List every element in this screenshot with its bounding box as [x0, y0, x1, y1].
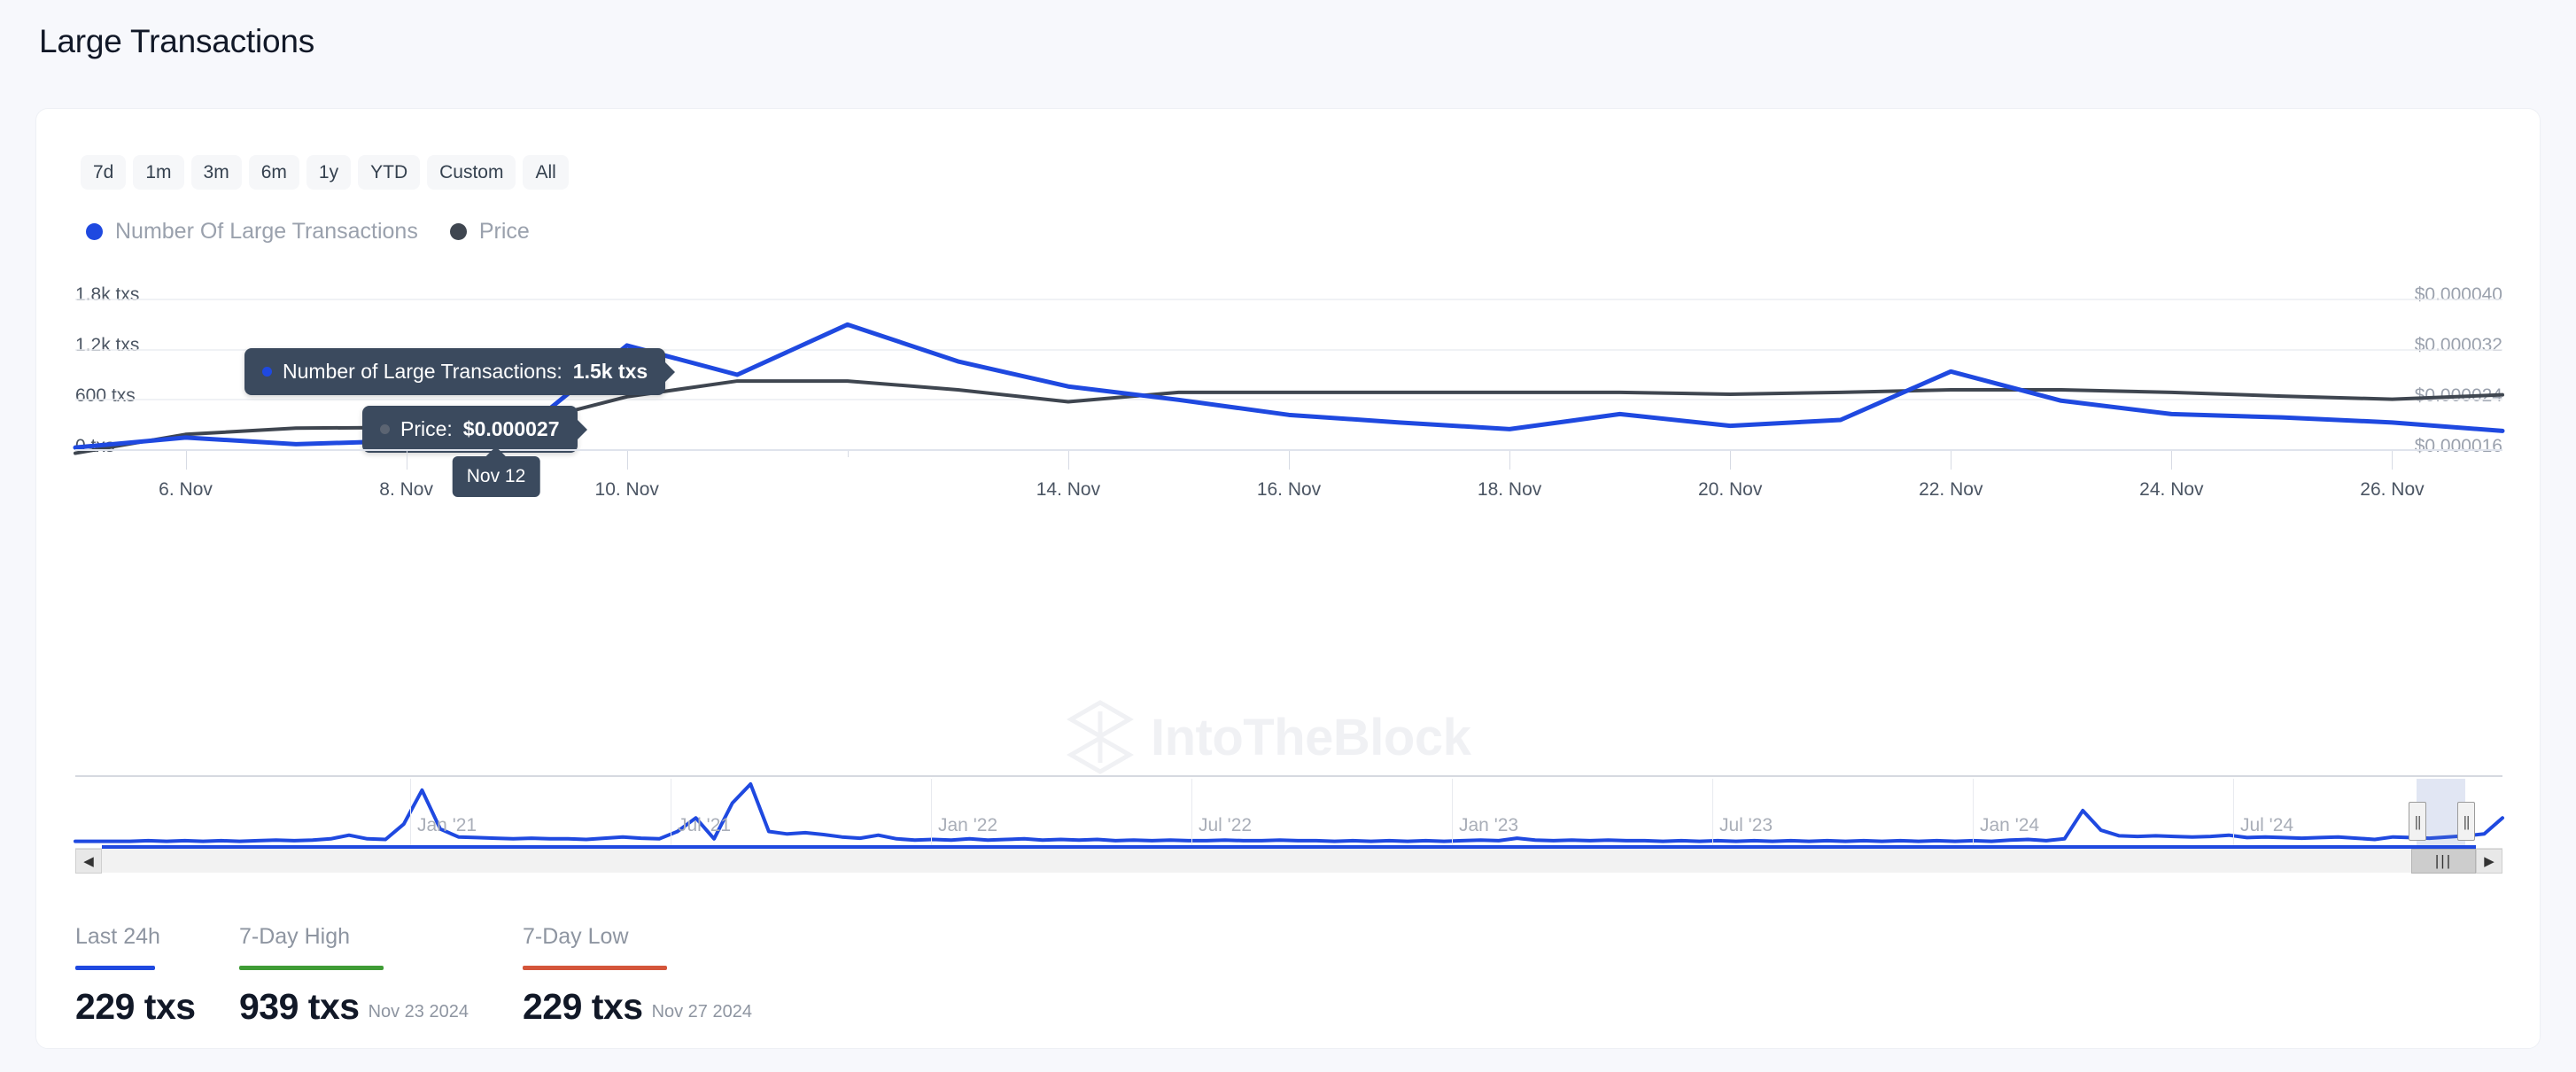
- tooltip-transactions-prefix: Number of Large Transactions:: [283, 360, 563, 383]
- x-axis-label: 26. Nov: [2360, 479, 2425, 500]
- x-axis-baseline: [75, 449, 2502, 451]
- page-title: Large Transactions: [39, 23, 315, 59]
- navigator-handle-right[interactable]: ||: [2457, 802, 2475, 841]
- range-button-all[interactable]: All: [523, 155, 569, 190]
- tooltip-price-prefix: Price:: [400, 417, 453, 440]
- x-axis-tick: [1730, 450, 1732, 470]
- x-axis-label: 18. Nov: [1477, 479, 1542, 500]
- stat-rule: [75, 966, 155, 970]
- stat-value-row: 939 txs Nov 23 2024: [239, 986, 484, 1028]
- range-button-7d[interactable]: 7d: [81, 155, 127, 190]
- x-axis-label: 24. Nov: [2139, 479, 2204, 500]
- legend-dot-icon: [86, 223, 103, 240]
- stat-title: 7-Day High: [239, 924, 351, 949]
- tooltip-transactions: Number of Large Transactions: 1.5k txs: [244, 348, 666, 395]
- navigator-handle-grip: ||: [2463, 812, 2471, 830]
- navigator-tick-label: Jan '21: [417, 815, 477, 835]
- legend-item-price[interactable]: Price: [449, 219, 530, 245]
- x-axis-tick: [185, 450, 187, 470]
- range-button-1m[interactable]: 1m: [133, 155, 184, 190]
- navigator-scrollbar[interactable]: ◀ ||| ▶: [75, 845, 2502, 874]
- x-axis-tick: [1067, 450, 1069, 470]
- tooltip-dot-icon: [380, 424, 390, 434]
- navigator-tick-label: Jul '24: [2240, 815, 2294, 835]
- scrollbar-thumb[interactable]: |||: [2411, 849, 2476, 874]
- x-axis-hover-bubble: Nov 12: [452, 456, 540, 497]
- navigator-gridline: [1973, 779, 1974, 846]
- navigator-tick-label: Jan '24: [1980, 815, 2040, 835]
- stat-value: 939 txs: [239, 986, 360, 1027]
- main-chart[interactable]: IntoTheBlock 1.8k txs 1.2k txs 600 txs 0…: [36, 260, 2540, 774]
- intotheblock-logo-icon: [1066, 700, 1135, 774]
- x-axis-tick: [626, 450, 628, 470]
- x-axis-tick: [2392, 450, 2394, 470]
- stat-rule: [523, 966, 667, 970]
- range-selector: 7d 1m 3m 6m 1y YTD Custom All: [81, 155, 569, 190]
- stat-7-day-high: 7-Day High 939 txs Nov 23 2024: [239, 924, 523, 1028]
- stat-rule: [239, 966, 384, 970]
- x-axis-tick: [1509, 450, 1511, 470]
- navigator-gridline: [2233, 779, 2234, 846]
- tooltip-transactions-value: 1.5k txs: [572, 360, 648, 383]
- watermark-text: IntoTheBlock: [1151, 708, 1471, 766]
- x-axis-tick-active: [847, 450, 849, 457]
- chart-legend: Number Of Large Transactions Price: [86, 219, 530, 245]
- chart-card: 7d 1m 3m 6m 1y YTD Custom All Number Of …: [35, 108, 2541, 1049]
- stat-value-row: 229 txs: [75, 986, 200, 1028]
- navigator-tick-label: Jan '22: [938, 815, 998, 835]
- tooltip-price-value: $0.000027: [462, 417, 560, 440]
- x-axis-tick: [1289, 450, 1290, 470]
- x-axis-label: 14. Nov: [1036, 479, 1101, 500]
- stat-value: 229 txs: [75, 986, 196, 1027]
- stat-value-row: 229 txs Nov 27 2024: [523, 986, 767, 1028]
- navigator-handle-grip: ||: [2414, 812, 2422, 830]
- stat-title: 7-Day Low: [523, 924, 629, 949]
- watermark: IntoTheBlock: [1066, 699, 1471, 775]
- x-axis-label: 16. Nov: [1256, 479, 1322, 500]
- x-axis-label: 8. Nov: [379, 479, 433, 500]
- stat-date: Nov 27 2024: [651, 1002, 752, 1022]
- navigator-handle-left[interactable]: ||: [2409, 802, 2426, 841]
- scroll-left-button[interactable]: ◀: [75, 849, 102, 874]
- navigator-gridline: [410, 779, 411, 846]
- navigator-gridline: [1712, 779, 1713, 846]
- x-axis-label: 22. Nov: [1919, 479, 1983, 500]
- navigator-tick-label: Jan '23: [1459, 815, 1519, 835]
- navigator-plot[interactable]: Jan '21 Jul '21 Jan '22 Jul '22 Jan '23 Jul '…: [74, 777, 2504, 848]
- stats-row: Last 24h 229 txs 7-Day High 939 txs Nov …: [75, 924, 806, 1028]
- x-axis-label: 20. Nov: [1697, 479, 1763, 500]
- navigator-tick-label: Jul '23: [1719, 815, 1773, 835]
- range-button-custom[interactable]: Custom: [427, 155, 516, 190]
- tooltip-dot-icon: [262, 367, 272, 377]
- stat-date: Nov 23 2024: [368, 1002, 469, 1022]
- navigator-tick-label: Jul '22: [1199, 815, 1253, 835]
- page-root: Large Transactions 7d 1m 3m 6m 1y YTD Cu…: [0, 0, 2576, 1072]
- navigator-gridline: [1452, 779, 1453, 846]
- x-axis-tick: [2171, 450, 2173, 470]
- stat-last-24h: Last 24h 229 txs: [75, 924, 239, 1028]
- stat-7-day-low: 7-Day Low 229 txs Nov 27 2024: [523, 924, 806, 1028]
- navigator-gridline: [1191, 779, 1192, 846]
- navigator-gridline: [931, 779, 932, 846]
- x-axis-label: 6. Nov: [159, 479, 213, 500]
- range-button-3m[interactable]: 3m: [190, 155, 242, 190]
- tooltip-price: Price: $0.000027: [362, 406, 578, 453]
- scroll-right-button[interactable]: ▶: [2476, 849, 2502, 874]
- x-axis-label: 10. Nov: [594, 479, 659, 500]
- stat-title: Last 24h: [75, 924, 160, 949]
- range-button-ytd[interactable]: YTD: [358, 155, 421, 190]
- chart-navigator[interactable]: Jan '21 Jul '21 Jan '22 Jul '22 Jan '23 Jul '…: [74, 775, 2504, 889]
- stat-value: 229 txs: [523, 986, 643, 1027]
- navigator-scrollbar-progress: [102, 845, 2476, 849]
- legend-dot-icon: [449, 223, 467, 240]
- legend-item-transactions[interactable]: Number Of Large Transactions: [86, 219, 418, 245]
- navigator-tick-label: Jul '21: [678, 815, 732, 835]
- range-button-6m[interactable]: 6m: [248, 155, 299, 190]
- legend-label-transactions: Number Of Large Transactions: [115, 219, 418, 244]
- legend-label-price: Price: [478, 219, 530, 244]
- range-button-1y[interactable]: 1y: [306, 155, 352, 190]
